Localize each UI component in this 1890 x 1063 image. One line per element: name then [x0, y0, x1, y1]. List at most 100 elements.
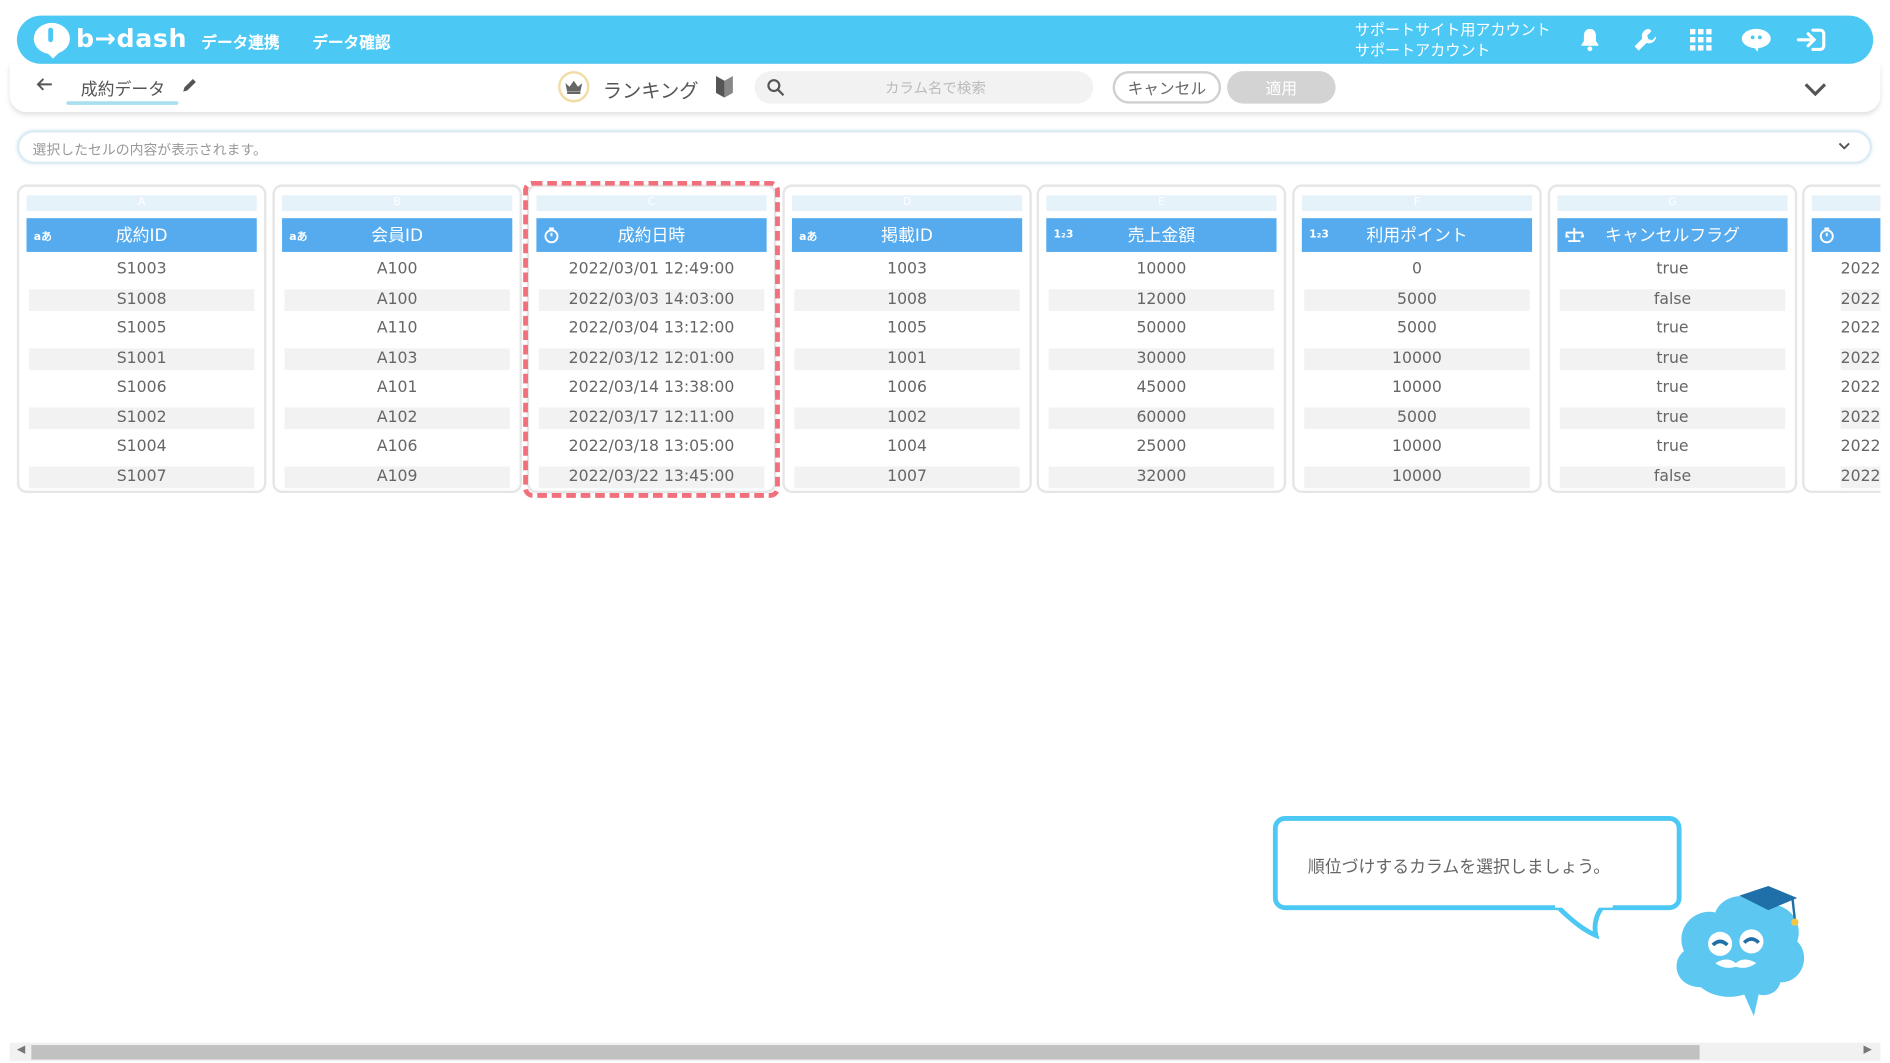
table-cell[interactable]: 2022 — [1840, 288, 1881, 311]
table-cell[interactable]: 30000 — [1048, 347, 1275, 370]
table-cell[interactable]: 2022 — [1841, 318, 1881, 340]
table-cell[interactable]: 10000 — [1304, 436, 1529, 458]
table-cell[interactable]: 10000 — [1049, 259, 1274, 281]
table-cell[interactable]: 2022 — [1840, 465, 1881, 488]
table-cell[interactable]: 2022/03/22 13:45:00 — [538, 465, 765, 488]
table-cell[interactable]: 0 — [1304, 259, 1529, 281]
text-type-icon: aあ — [799, 230, 818, 243]
column-header-label: 成約日時 — [617, 226, 686, 246]
table-cell[interactable]: 2022/03/01 12:49:00 — [539, 259, 764, 281]
column-card[interactable]: G キャンセルフラグ true false true true true true true fa… — [1547, 184, 1798, 494]
datetime-type-icon — [544, 218, 560, 252]
column-header[interactable]: aあ 成約ID — [26, 218, 257, 252]
table-cell[interactable]: 2022/03/04 13:12:00 — [539, 318, 764, 340]
table-cell[interactable]: true — [1560, 318, 1785, 340]
table-cell[interactable]: 1003 — [794, 259, 1019, 281]
table-cell[interactable]: true — [1560, 436, 1785, 458]
table-cell[interactable]: 60000 — [1048, 406, 1275, 429]
table-cell[interactable]: S1008 — [28, 288, 255, 311]
table-cell[interactable]: 5000 — [1304, 288, 1530, 311]
table-cell[interactable]: A102 — [284, 406, 510, 429]
scroll-left-arrow-icon[interactable]: ◀ — [17, 1044, 25, 1056]
table-cell[interactable]: 1007 — [794, 465, 1020, 488]
table-cell[interactable]: S1006 — [29, 377, 254, 399]
column-header[interactable]: 1₂3 売上金額 — [1046, 218, 1277, 252]
table-cell[interactable]: 12000 — [1048, 288, 1275, 311]
table-cell[interactable]: A100 — [284, 259, 509, 281]
column-letter: G — [1557, 195, 1788, 211]
column-card[interactable]: Aaあ 成約ID S1003 S1008 S1005 S1001 S1006 S1002 S10… — [16, 184, 267, 494]
table-cell[interactable]: 2022 — [1840, 406, 1881, 429]
table-cell[interactable]: 2022 — [1840, 347, 1881, 370]
table-cell[interactable]: S1001 — [28, 347, 255, 370]
scroll-right-arrow-icon[interactable]: ▶ — [1864, 1044, 1872, 1056]
table-cell[interactable]: 2022/03/17 12:11:00 — [538, 406, 765, 429]
table-cell[interactable]: 1002 — [794, 406, 1020, 429]
number-type-icon: 1₂3 — [1309, 229, 1329, 242]
table-cell[interactable]: 5000 — [1304, 318, 1529, 340]
table-cell[interactable]: S1003 — [29, 259, 254, 281]
column-header[interactable]: キ — [1811, 218, 1881, 252]
column-header[interactable]: 成約日時 — [536, 218, 767, 252]
table-cell[interactable]: false — [1559, 465, 1786, 488]
text-type-icon: aあ — [289, 230, 308, 243]
table-cell[interactable]: 10000 — [1304, 465, 1530, 488]
table-cell[interactable]: A101 — [284, 377, 509, 399]
table-cell[interactable]: true — [1559, 347, 1786, 370]
text-type-icon: aあ — [33, 230, 52, 243]
table-cell[interactable]: A109 — [284, 465, 510, 488]
table-cell[interactable]: 1005 — [794, 318, 1019, 340]
table-cell[interactable]: 1006 — [794, 377, 1019, 399]
table-cell[interactable]: 25000 — [1049, 436, 1274, 458]
column-card[interactable]: Daあ 掲載ID 1003 1008 1005 1001 1006 1002 1004 1007 — [782, 184, 1032, 494]
table-cell[interactable]: 2022 — [1841, 436, 1881, 458]
column-card[interactable]: Hキ 2022 2022 2022 2022 2022 2022 2022 2022 — [1802, 184, 1881, 494]
column-letter: A — [26, 195, 257, 211]
column-header-label: 掲載ID — [881, 226, 933, 246]
table-cell[interactable]: 2022/03/18 13:05:00 — [539, 436, 764, 458]
horizontal-scrollbar-thumb[interactable] — [31, 1045, 1700, 1060]
table-cell[interactable]: true — [1560, 259, 1785, 281]
guide-tooltip-text: 順位づけするカラムを選択しましょう。 — [1307, 858, 1611, 878]
table-cell[interactable]: 10000 — [1304, 377, 1529, 399]
column-header-label: キャンセルフラグ — [1604, 226, 1740, 246]
table-cell[interactable]: false — [1559, 288, 1786, 311]
table-cell[interactable]: A106 — [284, 436, 509, 458]
column-letter: D — [791, 195, 1023, 211]
column-header[interactable]: aあ 会員ID — [282, 218, 513, 252]
table-cell[interactable]: S1004 — [29, 436, 254, 458]
table-cell[interactable]: true — [1559, 406, 1786, 429]
column-header-label: 売上金額 — [1127, 226, 1196, 246]
column-card[interactable]: E 1₂3 売上金額 10000 12000 50000 30000 45000 60000 25… — [1036, 184, 1287, 494]
table-cell[interactable]: S1002 — [28, 406, 255, 429]
column-card[interactable]: F 1₂3 利用ポイント 0 5000 5000 10000 10000 5000 10000 10… — [1292, 184, 1542, 494]
table-cell[interactable]: 2022/03/12 12:01:00 — [538, 347, 765, 370]
table-cell[interactable]: S1005 — [29, 318, 254, 340]
table-cell[interactable]: 1008 — [794, 288, 1020, 311]
table-cell[interactable]: 1004 — [794, 436, 1019, 458]
column-letter: C — [536, 195, 767, 211]
table-cell[interactable]: 2022 — [1841, 377, 1881, 399]
table-cell[interactable]: 1001 — [794, 347, 1020, 370]
column-header-label: 成約ID — [115, 226, 168, 246]
column-card[interactable]: Baあ 会員ID A100 A100 A110 A103 A101 A102 A106 A109 — [272, 184, 522, 494]
table-cell[interactable]: S1007 — [28, 465, 255, 488]
table-cell[interactable]: 2022/03/03 14:03:00 — [538, 288, 765, 311]
table-cell[interactable]: 32000 — [1048, 465, 1275, 488]
table-cell[interactable]: A110 — [284, 318, 509, 340]
table-cell[interactable]: 45000 — [1049, 377, 1274, 399]
table-cell[interactable]: true — [1560, 377, 1785, 399]
table-cell[interactable]: A100 — [284, 288, 510, 311]
table-cell[interactable]: 50000 — [1049, 318, 1274, 340]
table-cell[interactable]: A103 — [284, 347, 510, 370]
table-cell[interactable]: 2022 — [1841, 259, 1881, 281]
table-cell[interactable]: 2022/03/14 13:38:00 — [539, 377, 764, 399]
table-cell[interactable]: 5000 — [1304, 406, 1530, 429]
table-cell[interactable]: 10000 — [1304, 347, 1530, 370]
guide-tooltip: 順位づけするカラムを選択しましょう。 — [1272, 816, 1682, 911]
column-header[interactable]: aあ 掲載ID — [791, 218, 1023, 252]
column-letter: E — [1046, 195, 1277, 211]
column-header[interactable]: キャンセルフラグ — [1557, 218, 1788, 252]
column-header[interactable]: 1₂3 利用ポイント — [1301, 218, 1533, 252]
column-card[interactable]: C 成約日時 2022/03/01 12:49:00 2022/03/03 14:03… — [526, 184, 777, 494]
